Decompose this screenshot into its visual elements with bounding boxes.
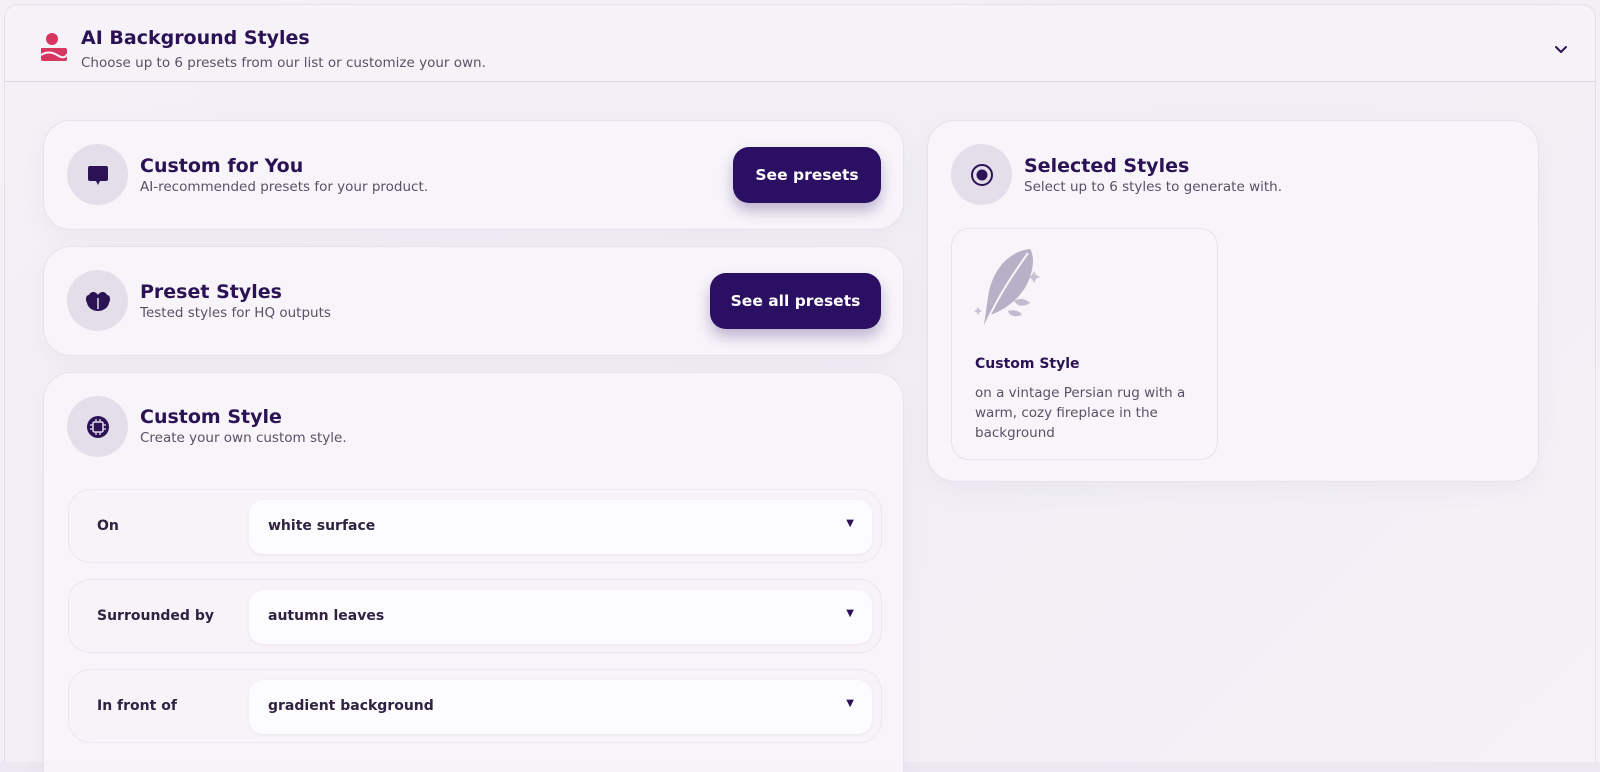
on-select[interactable]: white surface ▼ <box>249 500 872 554</box>
custom-for-you-title: Custom for You <box>140 155 304 177</box>
custom-for-you-card: Custom for You AI-recommended presets fo… <box>43 120 904 230</box>
surrounded-by-row: Surrounded by autumn leaves ▼ <box>68 579 882 653</box>
preset-styles-subtitle: Tested styles for HQ outputs <box>140 305 331 321</box>
selected-styles-title: Selected Styles <box>1024 155 1190 177</box>
caret-down-icon: ▼ <box>846 608 854 619</box>
see-presets-button[interactable]: See presets <box>733 147 881 203</box>
custom-style-title: Custom Style <box>140 406 282 428</box>
preset-styles-card: Preset Styles Tested styles for HQ outpu… <box>43 246 904 356</box>
on-row: On white surface ▼ <box>68 489 882 563</box>
custom-for-you-icon-circle <box>67 144 128 205</box>
section-header[interactable]: AI Background Styles Choose up to 6 pres… <box>4 4 1596 82</box>
surrounded-by-select-value: autumn leaves <box>268 608 385 624</box>
in-front-of-label: In front of <box>97 698 177 714</box>
feather-icon <box>973 245 1040 335</box>
surrounded-by-select[interactable]: autumn leaves ▼ <box>249 590 872 644</box>
in-front-of-row: In front of gradient background ▼ <box>68 669 882 743</box>
preset-styles-title: Preset Styles <box>140 281 282 303</box>
selected-styles-subtitle: Select up to 6 styles to generate with. <box>1024 179 1283 195</box>
chevron-down-icon[interactable] <box>1553 41 1569 53</box>
section-body: Custom for You AI-recommended presets fo… <box>4 82 1596 772</box>
custom-for-you-subtitle: AI-recommended presets for your product. <box>140 179 429 195</box>
on-select-value: white surface <box>268 518 376 534</box>
custom-style-icon-circle <box>67 396 128 457</box>
custom-style-card: Custom Style Create your own custom styl… <box>43 372 904 772</box>
selected-styles-icon-circle <box>951 144 1012 205</box>
selected-styles-card: Selected Styles Select up to 6 styles to… <box>927 120 1539 482</box>
in-front-of-select-value: gradient background <box>268 698 434 714</box>
selected-style-tile[interactable]: Custom Style on a vintage Persian rug wi… <box>951 228 1218 460</box>
preset-styles-icon-circle <box>67 270 128 331</box>
selected-style-description: on a vintage Persian rug with a warm, co… <box>975 385 1186 441</box>
see-all-presets-button[interactable]: See all presets <box>710 273 881 329</box>
on-label: On <box>97 518 119 534</box>
section-subtitle: Choose up to 6 presets from our list or … <box>81 55 486 71</box>
in-front-of-select[interactable]: gradient background ▼ <box>249 680 872 734</box>
custom-style-subtitle: Create your own custom style. <box>140 430 347 446</box>
section-title: AI Background Styles <box>81 27 310 49</box>
caret-down-icon: ▼ <box>846 518 854 529</box>
person-image-icon <box>39 31 69 63</box>
page: AI Background Styles Choose up to 6 pres… <box>0 0 1600 772</box>
caret-down-icon: ▼ <box>846 698 854 709</box>
selected-style-name: Custom Style <box>975 356 1080 372</box>
surrounded-by-label: Surrounded by <box>97 608 214 624</box>
